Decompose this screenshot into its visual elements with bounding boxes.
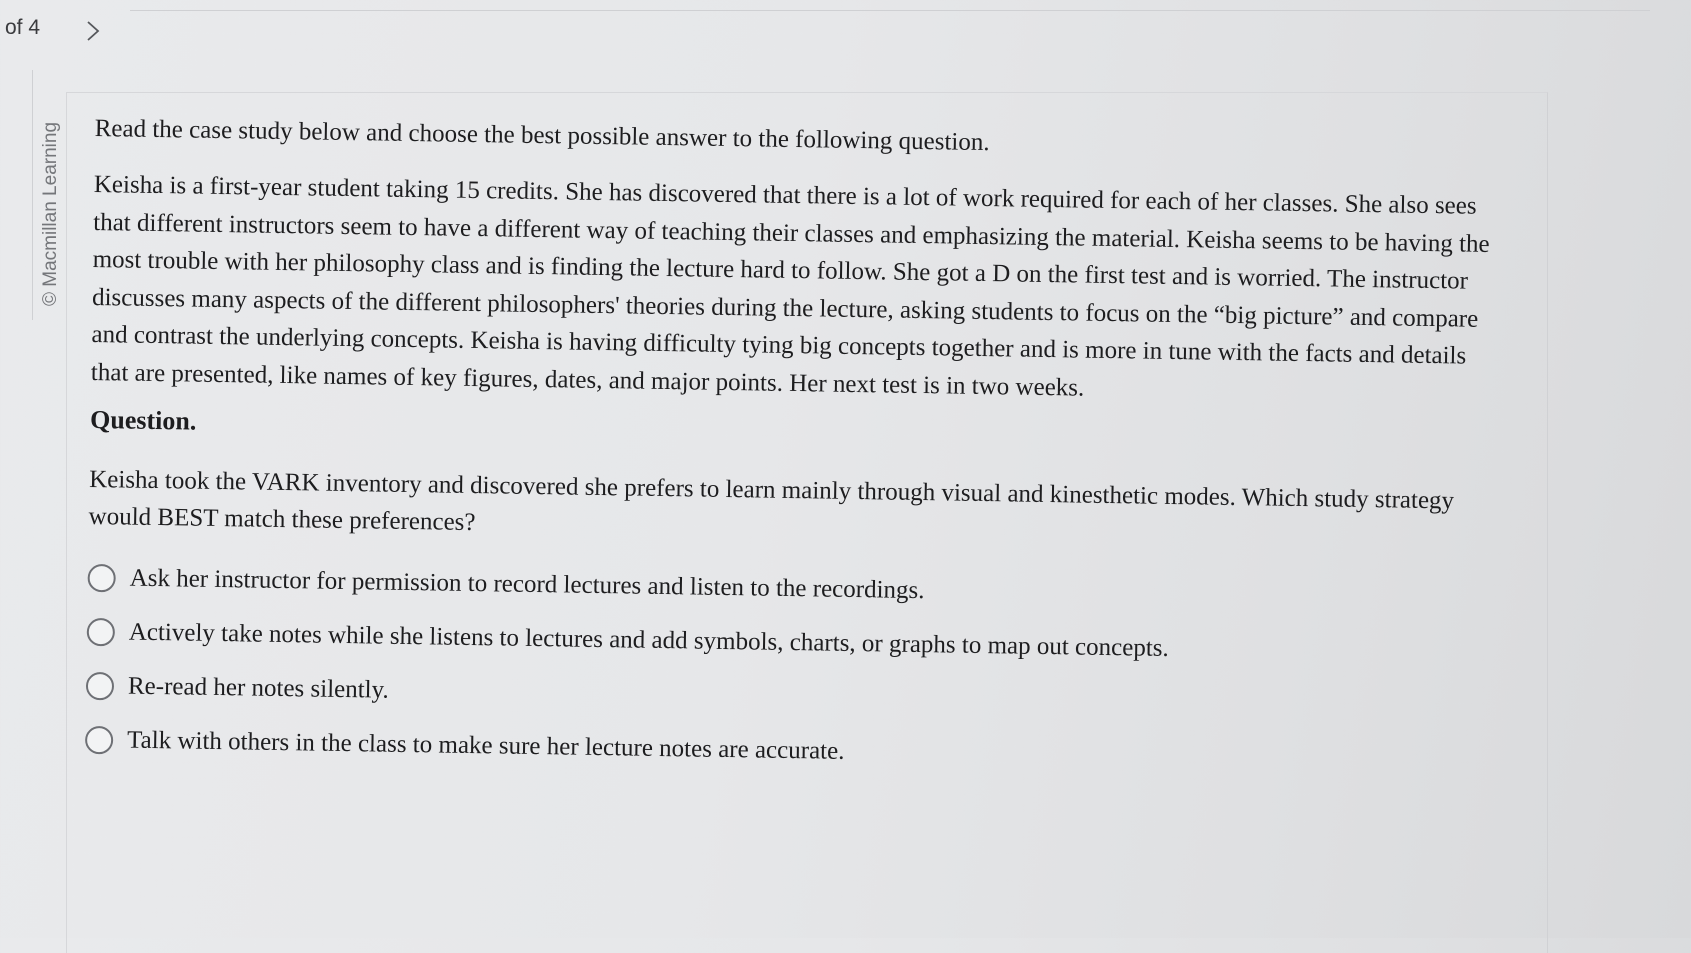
answer-option-label: Re-read her notes silently. [127, 672, 389, 704]
answer-options: Ask her instructor for permission to rec… [84, 551, 1508, 789]
page-count: of 4 [5, 16, 41, 39]
radio-button[interactable] [84, 725, 114, 755]
radio-button[interactable] [85, 671, 115, 701]
radio-button[interactable] [86, 617, 116, 647]
case-study-text: Keisha is a first-year student taking 15… [90, 170, 1490, 402]
chevron-right-icon [87, 21, 100, 41]
copyright-notice: © Macmillan Learning [40, 121, 61, 307]
next-page-button[interactable] [80, 16, 106, 46]
sidebar-divider [32, 70, 33, 320]
answer-option-label: Actively take notes while she listens to… [128, 618, 1169, 662]
question-content: Read the case study below and choose the… [84, 112, 1515, 789]
question-heading: Question. [89, 404, 197, 436]
radio-button[interactable] [87, 563, 116, 593]
top-divider [130, 10, 1650, 11]
top-navigation-bar: of 4 [0, 0, 1691, 64]
question-text: Keisha took the VARK inventory and disco… [88, 465, 1455, 537]
answer-option-label: Talk with others in the class to make su… [126, 726, 845, 765]
answer-option-label: Ask her instructor for permission to rec… [129, 564, 925, 605]
